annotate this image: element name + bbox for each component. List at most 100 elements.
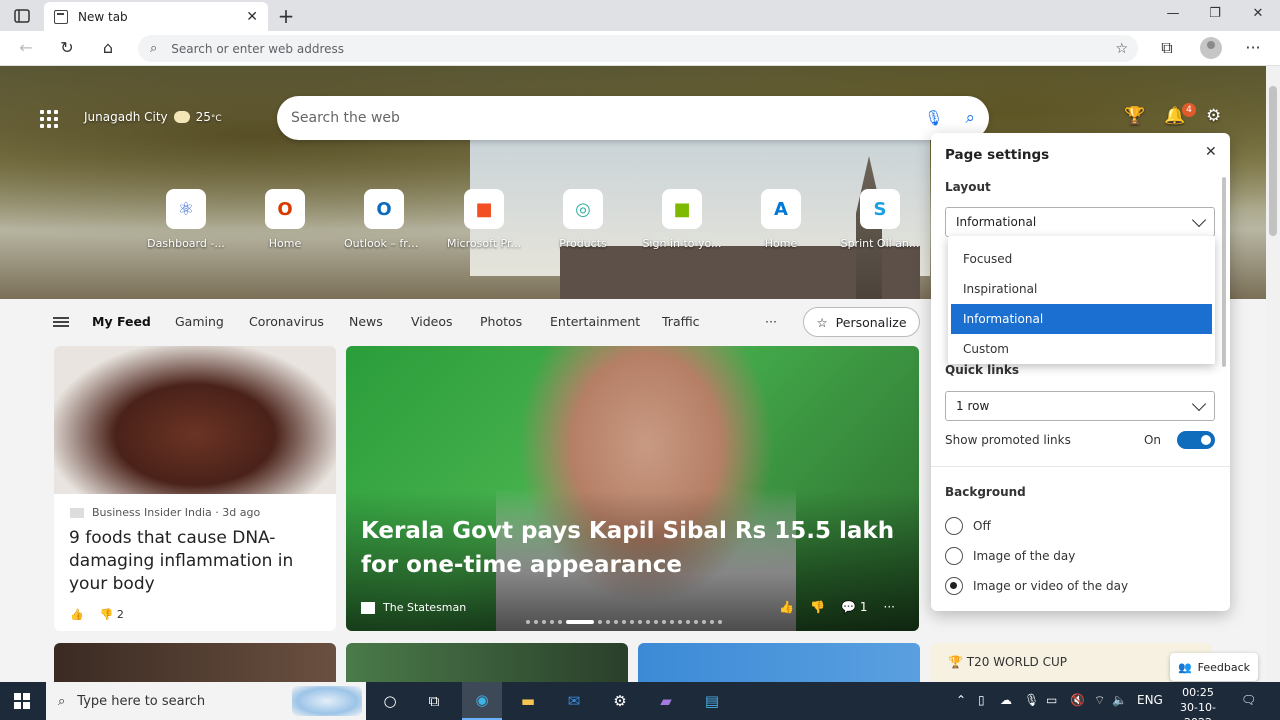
quick-link[interactable]: O Home (245, 189, 325, 250)
layout-option[interactable]: Informational (951, 304, 1212, 334)
nav-videos[interactable]: Videos (411, 314, 453, 329)
panel-scrollbar[interactable] (1222, 177, 1226, 367)
news-card-bottom[interactable] (638, 643, 920, 682)
quick-link[interactable]: ⚛ Dashboard -... (146, 189, 226, 250)
language-indicator[interactable]: ENG (1137, 693, 1163, 707)
news-card-bottom[interactable] (346, 643, 628, 682)
nav-my-feed[interactable]: My Feed (92, 314, 151, 329)
quick-links-select[interactable]: 1 row (945, 391, 1215, 421)
more-menu-icon[interactable]: ··· (1243, 38, 1263, 58)
device-icon[interactable]: ▯ (978, 693, 985, 707)
nav-traffic[interactable]: Traffic (662, 314, 700, 329)
office-icon: O (265, 189, 305, 229)
search-icon[interactable]: ⌕ (965, 108, 975, 128)
layout-option[interactable]: Focused (951, 244, 1212, 274)
nav-news[interactable]: News (349, 314, 383, 329)
taskbar-search-placeholder: Type here to search (77, 693, 206, 709)
carousel-dots[interactable] (526, 620, 722, 624)
card-title[interactable]: Kerala Govt pays Kapil Sibal Rs 15.5 lak… (361, 514, 901, 582)
settings-gear-icon[interactable]: ⚙ (608, 689, 632, 713)
battery-icon[interactable]: ▭ (1046, 693, 1057, 707)
task-view-icon[interactable]: ⧉ (422, 689, 446, 713)
app-launcher-icon[interactable] (40, 110, 58, 128)
quick-link[interactable]: ■ Microsoft Pr... (444, 189, 524, 250)
layout-option[interactable]: Inspirational (951, 274, 1212, 304)
windows-start-icon[interactable] (14, 693, 30, 709)
news-card-featured[interactable]: Kerala Govt pays Kapil Sibal Rs 15.5 lak… (346, 346, 919, 631)
dislike-button[interactable]: 👎 2 (100, 608, 124, 621)
tab-close-icon[interactable]: ✕ (246, 9, 258, 25)
close-icon[interactable]: ✕ (1205, 144, 1217, 160)
microphone-icon[interactable]: 🎙 (924, 109, 943, 127)
panel-title: Page settings (945, 147, 1050, 163)
quick-link[interactable]: ■ Sign in to yo... (642, 189, 722, 250)
promoted-links-toggle[interactable] (1177, 431, 1215, 449)
nav-coronavirus[interactable]: Coronavirus (249, 314, 324, 329)
news-card-small[interactable]: Business Insider India · 3d ago 9 foods … (54, 346, 336, 631)
quick-link[interactable]: S Sprint Oil an... (840, 189, 920, 250)
hamburger-menu-icon[interactable] (53, 317, 69, 327)
microsoft-icon: ■ (464, 189, 504, 229)
settings-gear-icon[interactable]: ⚙ (1206, 106, 1221, 126)
card-source-row: The Statesman (361, 601, 466, 614)
background-option[interactable]: Image or video of the day (945, 577, 1215, 595)
feedback-button[interactable]: 👥 Feedback (1170, 653, 1258, 681)
nav-gaming[interactable]: Gaming (175, 314, 224, 329)
system-clock[interactable]: 00:25 30-10-2022 (1168, 685, 1228, 720)
radio-button[interactable] (945, 517, 963, 535)
layout-select[interactable]: Informational (945, 207, 1215, 237)
quick-link-label: Products (559, 237, 607, 250)
chevron-up-icon[interactable]: ⌃ (956, 693, 966, 707)
weather-widget[interactable]: Junagadh City 25°C (84, 110, 222, 124)
restore-icon[interactable]: ❐ (1205, 6, 1225, 21)
background-option[interactable]: Off (945, 517, 1215, 535)
comment-button[interactable]: 💬 1 (841, 600, 867, 614)
favorite-star-icon[interactable]: ☆ (1115, 41, 1128, 57)
background-option[interactable]: Image of the day (945, 547, 1215, 565)
window-close-icon[interactable]: ✕ (1248, 6, 1268, 21)
taskbar-search[interactable]: ⌕ Type here to search (46, 682, 366, 720)
scrollbar-thumb[interactable] (1269, 86, 1277, 236)
nav-more-icon[interactable]: ··· (765, 314, 777, 329)
file-explorer-icon[interactable]: ▬ (516, 689, 540, 713)
dislike-icon[interactable]: 👎 (810, 600, 825, 614)
minimize-icon[interactable]: — (1163, 6, 1183, 21)
collections-icon[interactable]: ⧉ (1157, 38, 1177, 58)
personalize-button[interactable]: ☆ Personalize (803, 307, 920, 337)
web-search-box[interactable]: Search the web 🎙 ⌕ (277, 96, 989, 140)
card-title[interactable]: 9 foods that cause DNA-damaging inflamma… (69, 527, 321, 596)
video-editor-icon[interactable]: ▰ (654, 689, 678, 713)
back-arrow-icon[interactable]: ← (16, 38, 36, 58)
like-icon[interactable]: 👍 (70, 608, 84, 621)
card-more-icon[interactable]: ··· (884, 600, 895, 614)
onedrive-cloud-icon[interactable]: ☁ (1000, 693, 1012, 707)
refresh-icon[interactable]: ↻ (57, 38, 77, 58)
browser-tab[interactable]: New tab ✕ (44, 2, 268, 31)
microphone-icon[interactable]: 🎙 (1024, 693, 1039, 707)
mail-icon[interactable]: ✉ (562, 689, 586, 713)
address-bar[interactable]: ⌕ Search or enter web address ☆ (138, 35, 1138, 62)
quick-link[interactable]: ◎ Products (543, 189, 623, 250)
cortana-icon[interactable]: ○ (378, 689, 402, 713)
rewards-trophy-icon[interactable]: 🏆 (1124, 106, 1145, 126)
like-icon[interactable]: 👍 (779, 600, 794, 614)
nav-photos[interactable]: Photos (480, 314, 522, 329)
edge-taskbar-icon[interactable]: ◉ (462, 682, 502, 720)
notification-center-icon[interactable]: 🗨 (1241, 693, 1256, 707)
quick-link[interactable]: A Home (741, 189, 821, 250)
home-icon[interactable]: ⌂ (98, 38, 118, 58)
photos-icon[interactable]: ▤ (700, 689, 724, 713)
profile-avatar[interactable] (1200, 37, 1222, 59)
volume-icon[interactable]: 🔇 (1070, 693, 1085, 707)
wifi-icon[interactable]: ⌔ (1094, 693, 1105, 708)
quick-link[interactable]: O Outlook – fre... (344, 189, 424, 250)
radio-button[interactable] (945, 547, 963, 565)
layout-option[interactable]: Custom (951, 334, 1212, 364)
nav-entertainment[interactable]: Entertainment (550, 314, 640, 329)
new-tab-plus-icon[interactable]: + (276, 4, 296, 28)
radio-button[interactable] (945, 577, 963, 595)
speaker-icon[interactable]: 🔈 (1112, 693, 1127, 707)
news-card-bottom[interactable] (54, 643, 336, 682)
page-scrollbar[interactable] (1266, 66, 1280, 682)
tab-actions-icon[interactable] (8, 6, 36, 26)
